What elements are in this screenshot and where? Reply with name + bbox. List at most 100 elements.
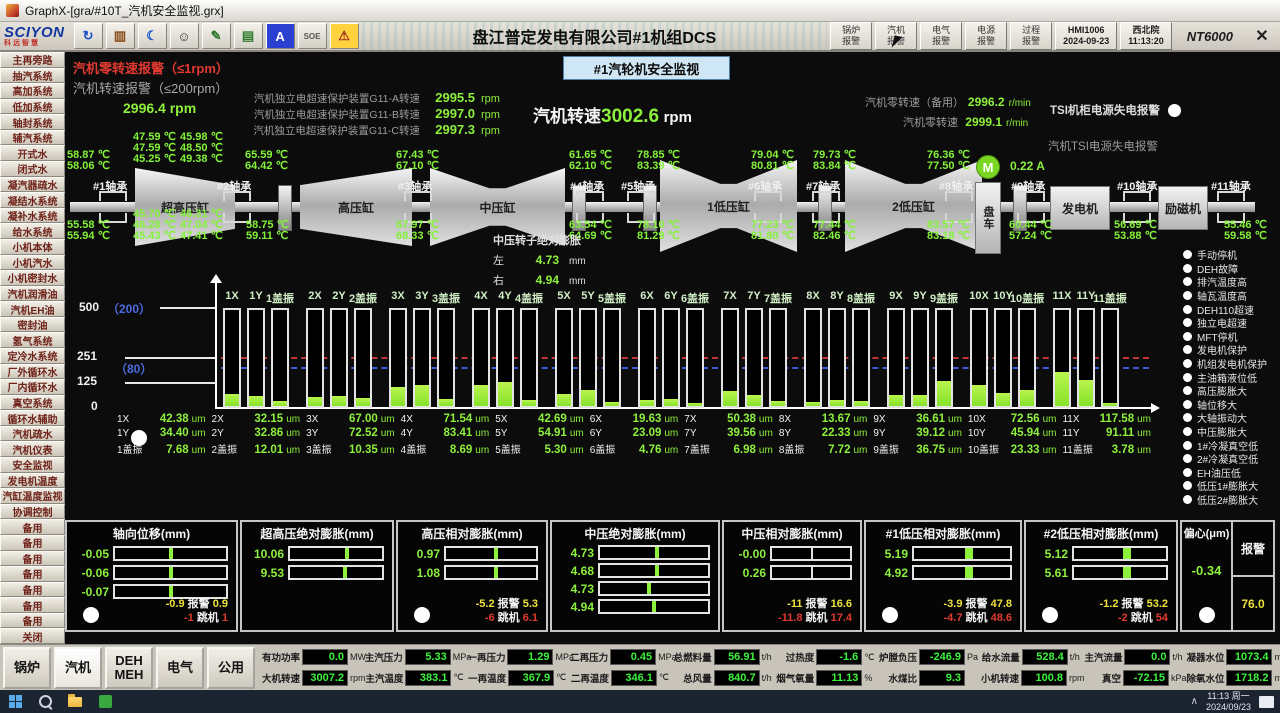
- alarm-button-电源[interactable]: 电源报警: [965, 22, 1007, 50]
- status-unit: MPa: [658, 652, 673, 662]
- bar-category-label: 9盖振: [930, 290, 958, 306]
- graphx-app-icon[interactable]: [90, 690, 120, 713]
- file-explorer-icon[interactable]: [60, 690, 90, 713]
- sidebar-item[interactable]: 定冷水系统: [0, 348, 65, 364]
- sidebar-item[interactable]: 备用: [0, 582, 65, 598]
- vibration-value: 72.56: [1000, 413, 1040, 425]
- vibration-value-row: 7X50.38um: [684, 413, 773, 426]
- trend-icon[interactable]: ☾: [138, 23, 167, 49]
- sidebar-item[interactable]: 给水系统: [0, 223, 65, 239]
- vibration-point-label: 9X: [873, 414, 905, 425]
- close-icon[interactable]: ✕: [1248, 24, 1276, 48]
- nav-button-公用[interactable]: 公用: [207, 647, 255, 689]
- sidebar-item[interactable]: 发电机温度: [0, 473, 65, 489]
- panel-title: #2低压相对膨胀(mm): [1026, 525, 1176, 542]
- sidebar-item[interactable]: 主再旁路: [0, 52, 65, 68]
- nav-button-锅炉[interactable]: 锅炉: [3, 647, 51, 689]
- vibration-unit: um: [756, 414, 773, 425]
- sidebar-item[interactable]: 轴封系统: [0, 114, 65, 130]
- sidebar-item[interactable]: 厂内循环水: [0, 379, 65, 395]
- panel-中压绝对膨胀(mm): 中压绝对膨胀(mm)4.734.684.734.94: [550, 520, 720, 632]
- sidebar-item[interactable]: 小机汽水: [0, 255, 65, 271]
- bar-outline: [603, 308, 621, 408]
- vibration-value-row: 11盖振3.78um: [1062, 441, 1151, 454]
- alarm-button-过程[interactable]: 过程报警: [1010, 22, 1052, 50]
- panel-gauge-row: 0.97: [402, 546, 538, 561]
- vibration-bar: 5X: [555, 290, 573, 408]
- sidebar-item[interactable]: 低加系统: [0, 99, 65, 115]
- sidebar-item[interactable]: 备用: [0, 597, 65, 613]
- panel-gauge-row: 4.73: [556, 545, 710, 560]
- gauge-value: 4.68: [556, 564, 594, 578]
- sidebar-item[interactable]: 备用: [0, 613, 65, 629]
- sidebar-item[interactable]: 汽机仪表: [0, 441, 65, 457]
- alarm-bell-icon[interactable]: ⚠: [330, 23, 359, 49]
- sidebar-item[interactable]: 汽机润滑油: [0, 286, 65, 302]
- vibration-point-label: 1盖振: [117, 441, 149, 456]
- soe-icon[interactable]: SOE: [298, 23, 327, 49]
- panel-#2低压相对膨胀(mm): #2低压相对膨胀(mm)5.125.61-1.2 报警 53.2-2 跳机 54: [1024, 520, 1178, 632]
- sidebar-item[interactable]: 循环水辅助: [0, 410, 65, 426]
- bar-outline: [496, 308, 514, 408]
- sidebar-item[interactable]: 备用: [0, 566, 65, 582]
- start-button-icon[interactable]: [0, 690, 30, 713]
- vibration-value-row: 2X32.15um: [212, 413, 301, 426]
- gauge-marker: [647, 583, 651, 594]
- sidebar-item[interactable]: 汽缸温度监视: [0, 488, 65, 504]
- operator-icon[interactable]: ☺: [170, 23, 199, 49]
- bar-fill: [889, 395, 903, 406]
- sidebar-item[interactable]: 厂外循环水: [0, 364, 65, 380]
- sidebar-item[interactable]: 抽汽系统: [0, 68, 65, 84]
- sidebar-item[interactable]: 汽机疏水: [0, 426, 65, 442]
- sidebar-item[interactable]: 小机密封水: [0, 270, 65, 286]
- sidebar-item[interactable]: 备用: [0, 519, 65, 535]
- tray-chevron-icon[interactable]: ∧: [1191, 696, 1198, 707]
- sidebar-item[interactable]: 凝结水系统: [0, 192, 65, 208]
- alarm-button-电气[interactable]: 电气报警: [920, 22, 962, 50]
- trip-alarm-item: 低压2#膨胀大: [1183, 493, 1267, 507]
- sidebar-item[interactable]: 闭式水: [0, 161, 65, 177]
- search-icon[interactable]: [30, 690, 60, 713]
- status-cell-给水流量: 给水流量528.4t/h: [981, 649, 1084, 665]
- sidebar-item[interactable]: 汽机EH油: [0, 301, 65, 317]
- nav-button-电气[interactable]: 电气: [156, 647, 204, 689]
- status-value: 1.29: [507, 649, 553, 665]
- sidebar-item[interactable]: 密封油: [0, 317, 65, 333]
- status-label: 总燃料量: [674, 650, 712, 664]
- sidebar-item[interactable]: 安全监视: [0, 457, 65, 473]
- nav-button-汽机[interactable]: 汽机: [54, 647, 102, 689]
- bar-outline: [638, 308, 656, 408]
- gauge-marker: [343, 567, 347, 578]
- sidebar-item[interactable]: 凝汽器疏水: [0, 177, 65, 193]
- vibration-bar: 8盖振: [852, 290, 870, 408]
- taskbar-clock[interactable]: 11:13 周一 2024/09/23: [1206, 691, 1251, 712]
- edit-icon[interactable]: ✎: [202, 23, 231, 49]
- sidebar-item[interactable]: 协调控制: [0, 504, 65, 520]
- gauge-marker: [494, 567, 498, 578]
- alarm-button-锅炉[interactable]: 锅炉报警: [830, 22, 872, 50]
- nav-button-DEHMEH[interactable]: DEHMEH: [105, 647, 153, 689]
- sidebar-item[interactable]: 凝补水系统: [0, 208, 65, 224]
- sidebar-item[interactable]: 开式水: [0, 145, 65, 161]
- sidebar-item[interactable]: 高加系统: [0, 83, 65, 99]
- sidebar-item[interactable]: 辅汽系统: [0, 130, 65, 146]
- refresh-icon[interactable]: ↻: [74, 23, 103, 49]
- sidebar-item[interactable]: 氢气系统: [0, 332, 65, 348]
- status-value: 0.45: [610, 649, 656, 665]
- gauge-bar: [444, 565, 538, 580]
- vibration-value-column: 7X50.38um7Y39.56um7盖振6.98um: [684, 413, 779, 454]
- history-icon[interactable]: ▤: [234, 23, 263, 49]
- calculator-icon[interactable]: ▥: [106, 23, 135, 49]
- vibration-point-label: 9Y: [873, 428, 905, 439]
- sidebar-item[interactable]: 小机本体: [0, 239, 65, 255]
- sidebar-item[interactable]: 真空系统: [0, 395, 65, 411]
- gauge-value: 1.08: [402, 566, 440, 580]
- sidebar-item[interactable]: 关闭: [0, 628, 65, 644]
- sidebar-item[interactable]: 备用: [0, 535, 65, 551]
- tag-a-icon[interactable]: A: [266, 23, 295, 49]
- notification-icon[interactable]: [1259, 696, 1274, 708]
- sidebar-item[interactable]: 备用: [0, 551, 65, 567]
- vibration-unit: um: [567, 445, 584, 456]
- bar-fill: [640, 400, 654, 406]
- vibration-value: 42.69: [527, 413, 567, 425]
